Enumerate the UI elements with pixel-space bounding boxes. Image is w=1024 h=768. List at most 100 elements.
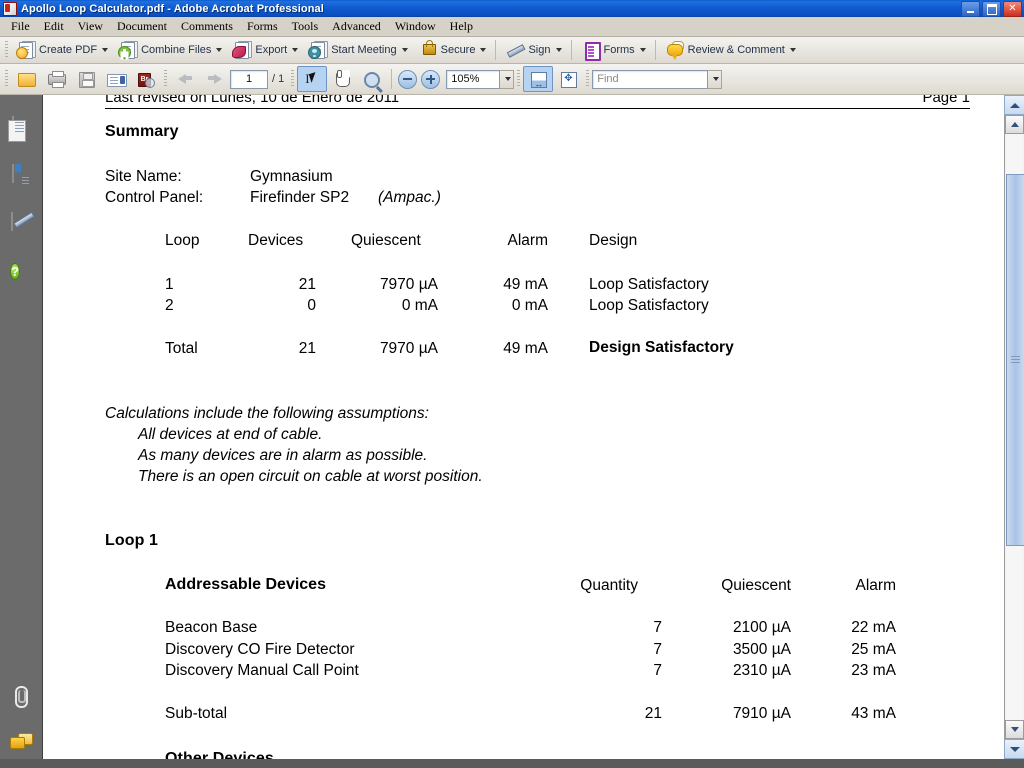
document-viewport[interactable]: Last revised on Lunes, 10 de Enero de 20… <box>43 95 1004 759</box>
summary-row2-devices: 0 <box>307 297 316 314</box>
vertical-scrollbar[interactable] <box>1004 95 1024 759</box>
scroll-down-icon <box>1010 727 1019 732</box>
forms-button[interactable]: Forms <box>576 37 651 63</box>
toolbar-grip[interactable] <box>291 70 295 88</box>
chevron-down-icon[interactable] <box>401 48 408 52</box>
close-button[interactable]: ✕ <box>1003 1 1022 17</box>
help-panel-button[interactable]: ? <box>8 261 34 287</box>
menu-file[interactable]: File <box>4 17 37 36</box>
find-input[interactable]: Find <box>592 69 709 89</box>
menu-edit[interactable]: Edit <box>37 17 71 36</box>
loop1-row2-device: Discovery CO Fire Detector <box>165 641 355 658</box>
chevron-down-icon[interactable] <box>639 48 646 52</box>
select-tool-button[interactable] <box>297 66 328 92</box>
bookmarks-panel-button[interactable] <box>8 164 34 191</box>
toolbar-separator <box>495 40 497 60</box>
loop1-row3-alarm: 23 mA <box>851 662 896 679</box>
zoom-level-value: 105% <box>451 73 480 85</box>
previous-page-button[interactable] <box>170 66 200 92</box>
chevron-down-icon[interactable] <box>480 48 487 52</box>
summary-row2-quiescent: 0 mA <box>401 297 438 314</box>
zoom-level-combo[interactable]: 105% <box>446 69 515 89</box>
scroll-up-button[interactable] <box>1005 115 1024 134</box>
loop1-header-quantity: Quantity <box>580 577 638 594</box>
print-button[interactable] <box>41 66 71 92</box>
menu-advanced[interactable]: Advanced <box>325 17 388 36</box>
zoom-dropdown-button[interactable] <box>500 69 515 89</box>
next-page-scroll-button[interactable] <box>1004 739 1024 759</box>
minimize-button[interactable] <box>961 1 980 17</box>
bridge-button[interactable]: Br <box>131 66 161 92</box>
create-pdf-button[interactable]: Create PDF <box>11 37 113 63</box>
summary-total-devices: 21 <box>298 340 316 357</box>
chevron-down-icon[interactable] <box>216 48 223 52</box>
forms-icon <box>581 41 601 61</box>
previous-page-arrow-icon <box>175 70 195 88</box>
export-button[interactable]: Export <box>227 37 303 63</box>
toolbar-grip[interactable] <box>164 70 167 88</box>
save-button[interactable] <box>71 66 101 92</box>
scroll-down-button[interactable] <box>1005 720 1024 739</box>
window-title-bar[interactable]: Apollo Loop Calculator.pdf - Adobe Acrob… <box>0 0 1024 17</box>
chevron-down-icon[interactable] <box>555 48 562 52</box>
chevron-down-icon[interactable] <box>292 48 299 52</box>
review-comment-button[interactable]: Review & Comment <box>660 37 801 63</box>
summary-total-label: Total <box>165 340 198 357</box>
loop1-row3-quantity: 7 <box>653 662 662 679</box>
page-number-input[interactable]: 1 <box>230 69 268 89</box>
zoom-in-icon[interactable] <box>421 69 441 89</box>
find-combo[interactable]: Find <box>592 69 723 89</box>
zoom-level-input[interactable]: 105% <box>446 69 501 89</box>
loop1-header-quiescent: Quiescent <box>721 577 791 594</box>
toolbar-grip[interactable] <box>517 70 521 88</box>
zoom-out-icon[interactable] <box>398 69 418 89</box>
fit-page-button[interactable] <box>553 66 583 92</box>
sign-label: Sign <box>528 44 551 56</box>
menu-view[interactable]: View <box>71 17 110 36</box>
email-button[interactable] <box>101 66 131 92</box>
menu-comments[interactable]: Comments <box>174 17 240 36</box>
export-label: Export <box>255 44 288 56</box>
assumption-1: All devices at end of cable. <box>138 426 323 443</box>
next-page-button[interactable] <box>200 66 230 92</box>
sign-button[interactable]: Sign <box>500 37 566 63</box>
secure-button[interactable]: Secure <box>413 37 492 63</box>
toolbar-grip[interactable] <box>586 70 590 88</box>
fit-width-button[interactable] <box>523 66 554 92</box>
marquee-zoom-button[interactable] <box>357 66 387 92</box>
start-meeting-button[interactable]: Start Meeting <box>303 37 412 63</box>
find-placeholder: Find <box>597 73 619 85</box>
menu-help[interactable]: Help <box>443 17 480 36</box>
chevron-down-icon <box>504 77 511 81</box>
summary-total-alarm: 49 mA <box>503 340 548 357</box>
summary-row1-design: Loop Satisfactory <box>589 276 709 293</box>
scrollbar-thumb[interactable] <box>1006 174 1024 546</box>
summary-row2-design: Loop Satisfactory <box>589 297 709 314</box>
previous-page-scroll-button[interactable] <box>1004 95 1024 115</box>
menu-window[interactable]: Window <box>388 17 443 36</box>
pages-panel-button[interactable] <box>8 116 34 143</box>
combine-files-icon <box>118 41 139 59</box>
next-page-arrow-icon <box>205 70 225 88</box>
attachments-panel-button[interactable] <box>11 685 31 708</box>
loop1-header-alarm: Alarm <box>855 577 896 594</box>
open-file-button[interactable] <box>11 66 41 92</box>
loop1-row3-device: Discovery Manual Call Point <box>165 662 359 679</box>
hand-tool-button[interactable] <box>327 66 357 92</box>
menu-tools[interactable]: Tools <box>285 17 326 36</box>
menu-document[interactable]: Document <box>110 17 174 36</box>
comments-panel-button[interactable] <box>10 733 33 751</box>
chevron-down-icon[interactable] <box>102 48 109 52</box>
bookmarks-icon <box>12 164 14 183</box>
toolbar-grip[interactable] <box>5 70 8 88</box>
signatures-panel-button[interactable] <box>8 212 34 239</box>
marquee-zoom-icon <box>362 70 382 88</box>
menu-forms[interactable]: Forms <box>240 17 285 36</box>
combine-files-button[interactable]: Combine Files <box>113 37 227 63</box>
chevron-down-icon[interactable] <box>789 48 796 52</box>
maximize-button[interactable] <box>982 1 1001 17</box>
find-dropdown-button[interactable] <box>708 69 723 89</box>
acrobat-icon <box>3 1 17 16</box>
scrollbar-track[interactable] <box>1006 134 1024 720</box>
toolbar-grip[interactable] <box>5 41 8 59</box>
